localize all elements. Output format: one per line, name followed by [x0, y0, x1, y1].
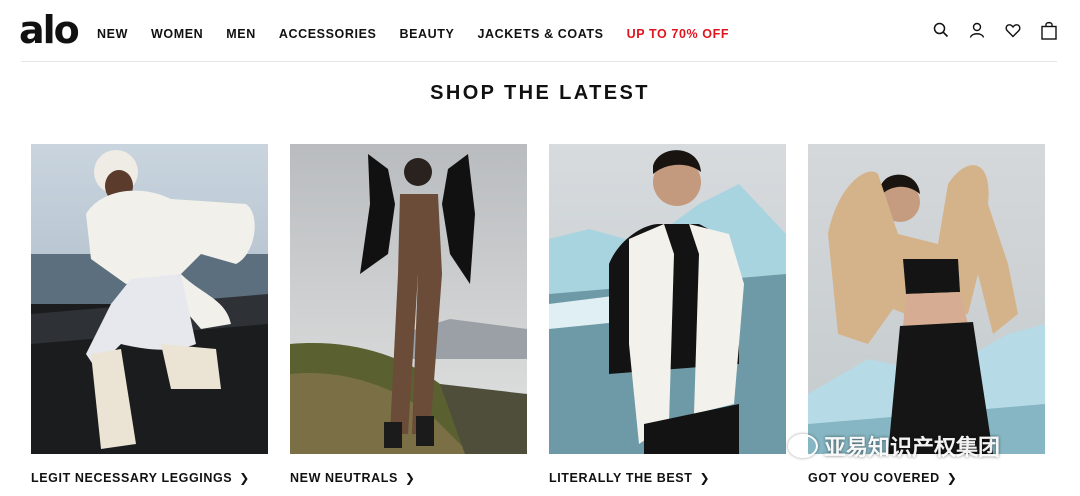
- category-card-leggings[interactable]: LEGIT NECESSARY LEGGINGS ❯: [31, 144, 268, 485]
- wechat-logo-icon: [788, 434, 818, 458]
- category-card-literally-the-best[interactable]: LITERALLY THE BEST ❯: [549, 144, 786, 485]
- account-icon[interactable]: [968, 20, 986, 40]
- card-caption-text: GOT YOU COVERED: [808, 471, 940, 485]
- card-image-got-you-covered[interactable]: [808, 144, 1045, 454]
- section-title: SHOP THE LATEST: [430, 82, 650, 104]
- chevron-right-icon: ❯: [404, 471, 416, 485]
- watermark: 亚易知识产权集团: [788, 430, 1000, 462]
- chevron-right-icon: ❯: [946, 471, 958, 485]
- nav-men[interactable]: MEN: [226, 27, 256, 41]
- card-image-new-neutrals[interactable]: [290, 144, 527, 454]
- search-icon[interactable]: [932, 20, 950, 40]
- card-caption[interactable]: GOT YOU COVERED ❯: [808, 471, 1045, 485]
- card-caption[interactable]: LEGIT NECESSARY LEGGINGS ❯: [31, 471, 268, 485]
- nav-women[interactable]: WOMEN: [151, 27, 203, 41]
- nav-jackets-coats[interactable]: JACKETS & COATS: [477, 27, 603, 41]
- chevron-right-icon: ❯: [699, 471, 711, 485]
- header-icons: [932, 20, 1058, 40]
- wishlist-heart-icon[interactable]: [1004, 20, 1022, 40]
- main-nav: NEW WOMEN MEN ACCESSORIES BEAUTY JACKETS…: [97, 27, 752, 41]
- shopping-bag-icon[interactable]: [1040, 20, 1058, 40]
- card-caption[interactable]: NEW NEUTRALS ❯: [290, 471, 527, 485]
- site-header: alo NEW WOMEN MEN ACCESSORIES BEAUTY JAC…: [0, 0, 1080, 62]
- brand-logo[interactable]: alo: [19, 10, 80, 50]
- header-divider: [21, 61, 1057, 62]
- nav-sale[interactable]: UP TO 70% OFF: [627, 27, 730, 41]
- card-caption-text: LITERALLY THE BEST: [549, 471, 693, 485]
- card-caption-text: LEGIT NECESSARY LEGGINGS: [31, 471, 233, 485]
- watermark-text: 亚易知识产权集团: [824, 435, 1001, 460]
- card-image-literally-the-best[interactable]: [549, 144, 786, 454]
- card-image-leggings[interactable]: [31, 144, 268, 454]
- nav-accessories[interactable]: ACCESSORIES: [279, 27, 377, 41]
- nav-beauty[interactable]: BEAUTY: [399, 27, 454, 41]
- card-caption-text: NEW NEUTRALS: [290, 471, 398, 485]
- category-card-new-neutrals[interactable]: NEW NEUTRALS ❯: [290, 144, 527, 485]
- chevron-right-icon: ❯: [239, 471, 250, 485]
- nav-new[interactable]: NEW: [97, 27, 128, 41]
- card-caption[interactable]: LITERALLY THE BEST ❯: [549, 471, 786, 485]
